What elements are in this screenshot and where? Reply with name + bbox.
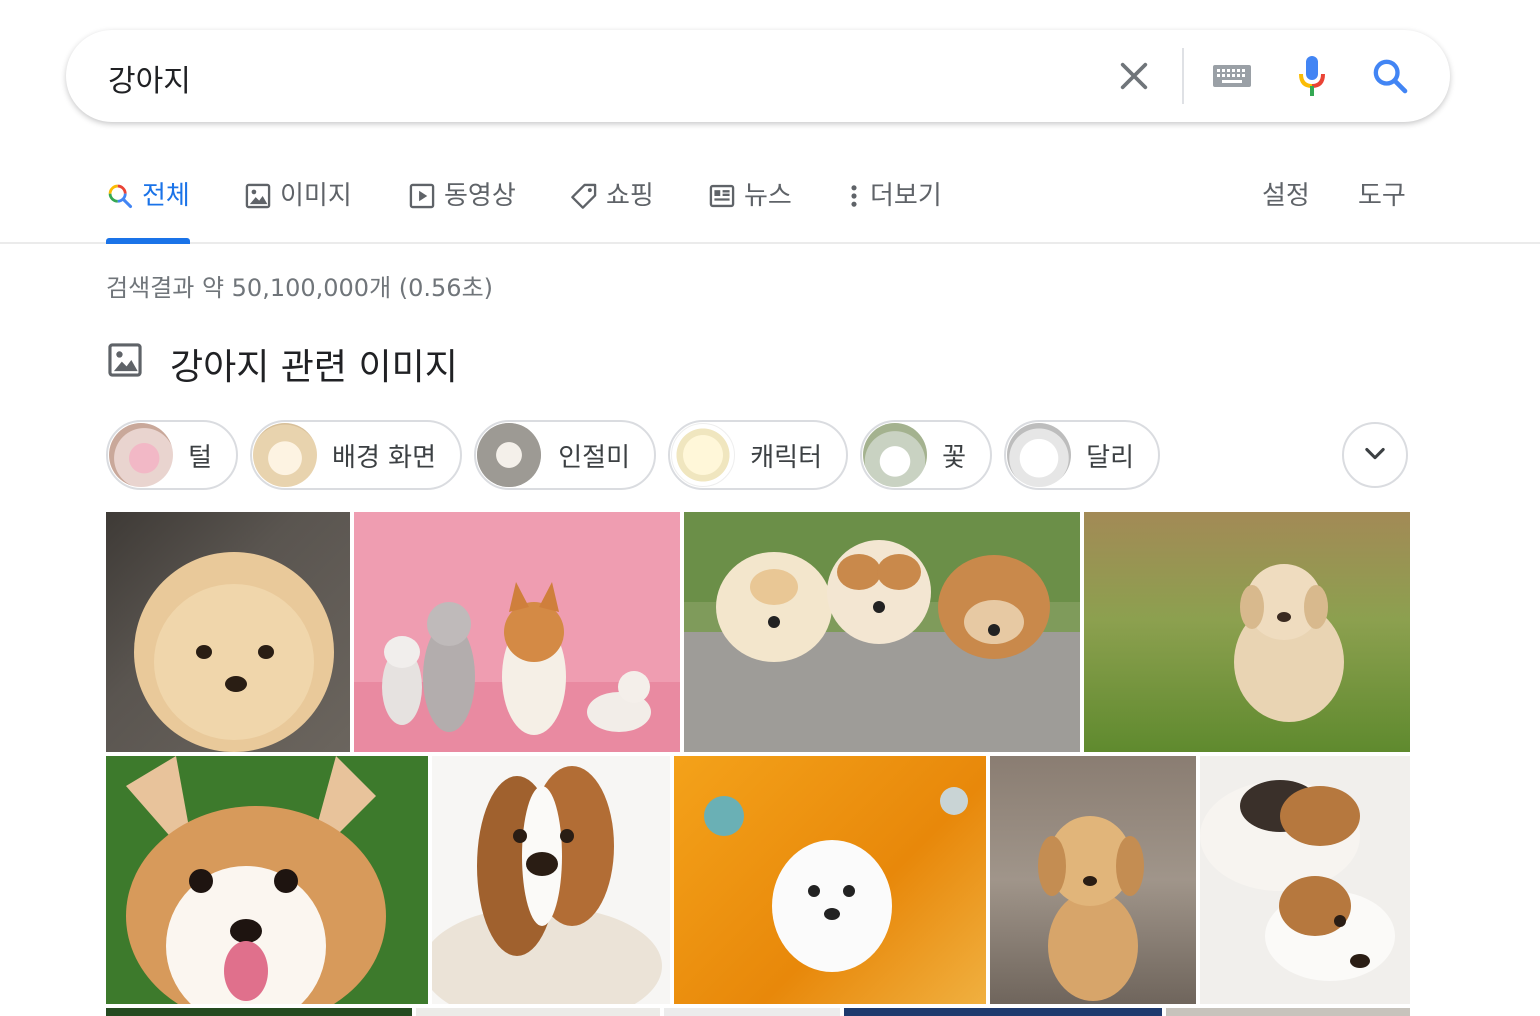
chip-label: 털 <box>188 442 212 473</box>
tab-label: 뉴스 <box>744 181 792 211</box>
tab-label: 전체 <box>142 181 190 211</box>
tab-more[interactable]: 더보기 <box>840 170 942 242</box>
tab-shopping[interactable]: 쇼핑 <box>570 170 654 242</box>
image-result[interactable] <box>1200 756 1410 1004</box>
image-result[interactable] <box>1084 512 1410 752</box>
chip-label: 캐릭터 <box>750 442 822 473</box>
chip-injeolmi[interactable]: 인절미 <box>474 420 656 490</box>
image-icon <box>106 341 144 383</box>
tools-link[interactable]: 도구 <box>1358 170 1406 222</box>
tag-icon <box>570 182 598 210</box>
search-tabs: 전체 이미지 동영상 쇼핑 뉴스 더보기 설정 도구 <box>0 170 1540 244</box>
tab-label: 동영상 <box>444 181 516 211</box>
chip-thumbnail <box>253 423 317 487</box>
settings-link[interactable]: 설정 <box>1262 170 1310 222</box>
close-icon[interactable] <box>1112 30 1156 122</box>
search-icon[interactable] <box>1368 30 1412 122</box>
chip-thumbnail <box>477 423 541 487</box>
tab-label: 쇼핑 <box>606 181 654 211</box>
chip-fur[interactable]: 털 <box>106 420 238 490</box>
corgi-closeup-photo <box>126 756 386 1004</box>
search-input[interactable]: 강아지 <box>108 56 191 100</box>
chip-label: 꽃 <box>942 442 966 473</box>
tab-label: 더보기 <box>870 181 942 211</box>
chip-thumbnail <box>1007 423 1071 487</box>
microphone-icon[interactable] <box>1292 30 1332 122</box>
search-icon <box>106 182 134 210</box>
golden-puppy-winking-photo <box>1038 816 1144 1001</box>
chip-flower[interactable]: 꽃 <box>860 420 992 490</box>
white-pomeranian-photo <box>704 787 968 972</box>
beagle-sitting-photo <box>432 766 662 1004</box>
keyboard-icon[interactable] <box>1210 30 1254 122</box>
news-icon <box>708 182 736 210</box>
result-stats: 검색결과 약 50,100,000개 (0.56초) <box>106 274 494 302</box>
images-section-heading[interactable]: 강아지 관련 이미지 <box>106 334 458 390</box>
chip-wallpaper[interactable]: 배경 화면 <box>250 420 462 490</box>
chip-label: 인절미 <box>558 442 630 473</box>
image-result[interactable] <box>844 1008 1162 1016</box>
three-puppies-photo <box>684 512 1080 752</box>
image-result[interactable] <box>664 1008 840 1016</box>
golden-puppy-running-photo <box>1234 564 1344 722</box>
images-section-title: 강아지 관련 이미지 <box>170 347 458 388</box>
chip-label: 달리 <box>1086 442 1134 473</box>
chip-thumbnail <box>863 423 927 487</box>
image-result[interactable] <box>1166 1008 1410 1016</box>
image-result[interactable] <box>354 512 680 752</box>
image-result[interactable] <box>106 756 428 1004</box>
image-icon <box>244 182 272 210</box>
image-result[interactable] <box>106 1008 412 1016</box>
tab-all[interactable]: 전체 <box>106 170 190 244</box>
more-vert-icon <box>840 182 868 210</box>
chip-character[interactable]: 캐릭터 <box>668 420 848 490</box>
chevron-down-icon <box>1361 439 1389 471</box>
chip-label: 배경 화면 <box>332 442 436 473</box>
dogs-pink-backdrop-photo <box>354 582 680 752</box>
image-result[interactable] <box>684 512 1080 752</box>
image-result[interactable] <box>990 756 1196 1004</box>
beagle-lying-photo <box>1200 780 1395 981</box>
search-divider <box>1182 48 1184 104</box>
tab-videos[interactable]: 동영상 <box>408 170 516 242</box>
tab-news[interactable]: 뉴스 <box>708 170 792 242</box>
chip-dali[interactable]: 달리 <box>1004 420 1160 490</box>
image-result[interactable] <box>674 756 986 1004</box>
play-icon <box>408 182 436 210</box>
chip-thumbnail <box>109 423 173 487</box>
chip-thumbnail <box>671 423 735 487</box>
image-result[interactable] <box>416 1008 660 1016</box>
image-result[interactable] <box>106 512 350 752</box>
search-box[interactable]: 강아지 <box>66 30 1450 122</box>
pomeranian-photo <box>134 552 334 752</box>
image-result[interactable] <box>432 756 670 1004</box>
tab-label: 이미지 <box>280 181 352 211</box>
tab-images[interactable]: 이미지 <box>244 170 352 242</box>
expand-chips-button[interactable] <box>1342 422 1408 488</box>
